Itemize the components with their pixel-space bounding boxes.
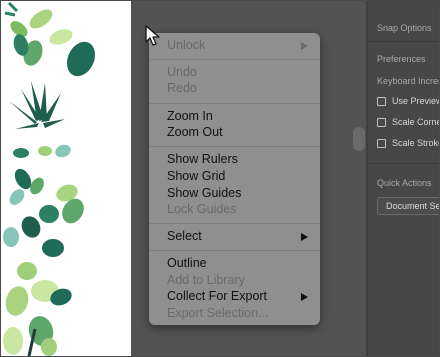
checkbox-box[interactable]	[377, 138, 386, 148]
panel-separator	[368, 41, 439, 42]
menu-item-add-to-library[interactable]: Add to Library	[167, 273, 245, 288]
menu-item-show-rulers[interactable]: Show Rulers	[167, 152, 238, 167]
preferences-heading: Preferences	[377, 54, 426, 64]
menu-separator	[149, 223, 320, 224]
menu-item-zoom-in[interactable]: Zoom In	[167, 109, 213, 124]
submenu-arrow-icon	[301, 42, 308, 50]
scale-corners-checkbox[interactable]: Scale Corners	[377, 117, 439, 127]
menu-item-export-selection[interactable]: Export Selection...	[167, 306, 268, 321]
menu-item-collect-for-export[interactable]: Collect For Export	[167, 289, 267, 304]
menu-item-lock-guides[interactable]: Lock Guides	[167, 202, 236, 217]
submenu-arrow-icon	[301, 233, 308, 241]
menu-item-redo[interactable]: Redo	[167, 81, 197, 96]
properties-panel: Snap Options Preferences Keyboard Increm…	[368, 1, 440, 356]
use-preview-checkbox[interactable]: Use Preview	[377, 96, 440, 106]
artboard[interactable]	[1, 1, 131, 356]
mouse-pointer-icon	[145, 25, 160, 46]
panel-separator	[368, 163, 439, 164]
menu-item-undo[interactable]: Undo	[167, 65, 197, 80]
checkbox-label: Use Preview	[392, 96, 440, 106]
document-setup-button[interactable]: Document Setup	[377, 197, 439, 215]
menu-separator	[149, 59, 320, 60]
menu-separator	[149, 103, 320, 104]
menu-item-show-guides[interactable]: Show Guides	[167, 186, 241, 201]
scrollbar-thumb[interactable]	[353, 127, 365, 151]
checkbox-label: Scale Strokes	[392, 138, 439, 148]
menu-item-outline[interactable]: Outline	[167, 256, 207, 271]
menu-separator	[149, 250, 320, 251]
menu-item-show-grid[interactable]: Show Grid	[167, 169, 225, 184]
checkbox-label: Scale Corners	[392, 117, 439, 127]
checkbox-box[interactable]	[377, 96, 386, 106]
snap-options-heading: Snap Options	[377, 23, 432, 33]
menu-item-select[interactable]: Select	[167, 229, 202, 244]
submenu-arrow-icon	[301, 293, 308, 301]
quick-actions-heading: Quick Actions	[377, 178, 432, 188]
plant-illustration	[3, 1, 96, 356]
menu-item-unlock[interactable]: Unlock	[167, 38, 205, 53]
menu-item-zoom-out[interactable]: Zoom Out	[167, 125, 223, 140]
menu-separator	[149, 146, 320, 147]
keyboard-increment-label: Keyboard Increm	[377, 76, 440, 86]
app-window: Snap Options Preferences Keyboard Increm…	[0, 0, 440, 357]
scale-strokes-checkbox[interactable]: Scale Strokes	[377, 138, 439, 148]
context-menu: Unlock Undo Redo Zoom In Zoom Out Show R…	[149, 33, 320, 325]
checkbox-box[interactable]	[377, 117, 386, 127]
